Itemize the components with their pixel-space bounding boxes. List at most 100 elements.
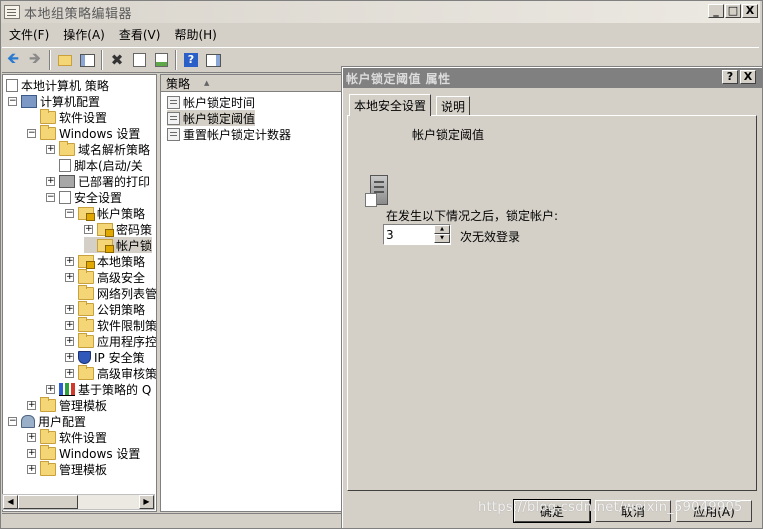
expand-toggle[interactable]: +	[65, 368, 74, 378]
list-item[interactable]: 重置帐户锁定计数器	[167, 126, 291, 142]
tree-item-ip-security[interactable]: + IP 安全策	[65, 349, 145, 365]
back-icon[interactable]: 🡸	[2, 49, 24, 71]
dialog-close-button[interactable]: X	[740, 70, 756, 84]
printer-icon	[59, 174, 75, 188]
expand-toggle[interactable]: +	[27, 432, 36, 442]
forward-icon[interactable]: 🡺	[24, 49, 46, 71]
expand-toggle[interactable]: +	[27, 464, 36, 474]
tree-item-scripts[interactable]: 脚本(启动/关	[46, 157, 143, 173]
collapse-toggle[interactable]: −	[65, 208, 74, 218]
locked-folder-icon	[97, 238, 114, 253]
column-header-policy[interactable]: 策略 ▲	[161, 75, 349, 92]
expand-toggle[interactable]: +	[46, 144, 55, 154]
dialog-help-button[interactable]: ?	[722, 70, 738, 84]
expand-toggle[interactable]: +	[65, 352, 74, 362]
tree-horizontal-scrollbar[interactable]: ◀ ▶	[2, 494, 155, 510]
list-item[interactable]: 帐户锁定时间	[167, 94, 255, 110]
tree-item-local-policies[interactable]: + 本地策略	[65, 253, 145, 269]
tree-item-user-admin-templates[interactable]: + 管理模板	[27, 460, 107, 477]
tree-item-deployed-printers[interactable]: + 已部署的打印	[46, 173, 150, 189]
tree-item-security-settings[interactable]: − 安全设置	[46, 189, 122, 205]
expand-toggle[interactable]: +	[27, 400, 36, 410]
sort-ascending-icon: ▲	[204, 79, 210, 87]
tree-item-label: 已部署的打印	[78, 174, 151, 189]
help-icon[interactable]: ?	[180, 49, 202, 71]
policy-setting-icon	[167, 127, 180, 141]
scroll-thumb[interactable]	[18, 495, 78, 509]
tree-item-label: Windows 设置	[59, 446, 141, 461]
tree-item-label: 本地策略	[97, 254, 146, 269]
tree-item-advanced-security[interactable]: + 高级安全	[65, 268, 145, 285]
properties-icon[interactable]	[128, 49, 150, 71]
menu-view[interactable]: 查看(V)	[112, 26, 168, 43]
locked-folder-icon	[97, 222, 114, 237]
user-icon	[21, 414, 35, 428]
menu-help[interactable]: 帮助(H)	[167, 26, 223, 43]
tree-item-network-list[interactable]: 网络列表管	[65, 284, 156, 301]
tree-item-user-config[interactable]: − 用户配置	[8, 413, 86, 429]
increment-icon[interactable]: ▲	[434, 225, 450, 234]
tree-item-label: Windows 设置	[59, 126, 141, 141]
maximize-button[interactable]: □	[725, 4, 741, 18]
window-title: 本地组策略编辑器	[24, 6, 133, 22]
tree-item-label: 脚本(启动/关	[74, 158, 143, 173]
tree-item-windows-settings[interactable]: − Windows 设置	[27, 124, 141, 141]
tree-item-password-policy[interactable]: + 密码策	[84, 221, 152, 237]
expand-toggle[interactable]: +	[65, 320, 74, 330]
dialog-title: 帐户锁定阈值 属性	[346, 71, 451, 86]
close-button[interactable]: X	[742, 4, 758, 18]
tree-item-software-restriction[interactable]: + 软件限制策	[65, 316, 156, 333]
dialog-controls: ? X	[722, 70, 756, 84]
tree-item-admin-templates[interactable]: + 管理模板	[27, 396, 107, 413]
list-item[interactable]: 帐户锁定阈值	[167, 110, 256, 126]
list-item-label: 重置帐户锁定计数器	[183, 127, 292, 142]
tree-panel: 本地计算机 策略 − 计算机配置 软件设置 − Windows 设置 + 域名解…	[2, 74, 157, 512]
expand-toggle[interactable]: +	[65, 336, 74, 346]
tree-item-user-windows-settings[interactable]: + Windows 设置	[27, 444, 141, 461]
lockout-threshold-stepper[interactable]: ▲ ▼	[383, 224, 451, 245]
lockout-threshold-input[interactable]	[384, 225, 434, 244]
collapse-toggle[interactable]: −	[8, 96, 17, 106]
tree-item-account-policies[interactable]: − 帐户策略	[65, 205, 145, 221]
collapse-toggle[interactable]: −	[27, 128, 36, 138]
expand-toggle[interactable]: +	[27, 448, 36, 458]
expand-toggle[interactable]: +	[65, 256, 74, 266]
minimize-button[interactable]: _	[708, 4, 724, 18]
expand-toggle[interactable]: +	[46, 176, 55, 186]
collapse-toggle[interactable]: −	[8, 416, 17, 426]
tree-item-policy-qos[interactable]: + 基于策略的 Q	[46, 381, 151, 397]
expand-toggle[interactable]: +	[65, 272, 74, 282]
tree-item-label: 软件设置	[59, 110, 108, 125]
tree-item-app-control[interactable]: + 应用程序控	[65, 332, 156, 349]
scroll-right-icon[interactable]: ▶	[139, 495, 154, 509]
tree-item-label: 公钥策略	[97, 302, 146, 317]
tree-item-label: 高级审核策	[97, 366, 157, 381]
expand-toggle[interactable]: +	[84, 224, 93, 234]
dialog-title-bar[interactable]: 帐户锁定阈值 属性	[343, 68, 762, 88]
column-header-label: 策略	[166, 76, 191, 91]
tree-item-advanced-audit[interactable]: + 高级审核策	[65, 364, 157, 381]
expand-toggle[interactable]: +	[46, 384, 55, 394]
decrement-icon[interactable]: ▼	[434, 234, 450, 243]
up-folder-icon[interactable]	[54, 49, 76, 71]
tree-item-software-settings[interactable]: 软件设置	[27, 108, 108, 125]
menu-action[interactable]: 操作(A)	[56, 26, 112, 43]
tab-explain[interactable]: 说明	[436, 96, 471, 116]
export-list-icon[interactable]	[150, 49, 172, 71]
show-hide-tree-icon[interactable]	[76, 49, 98, 71]
action-pane-icon[interactable]	[202, 49, 224, 71]
tree-item-computer-config[interactable]: − 计算机配置	[8, 93, 100, 109]
collapse-toggle[interactable]: −	[46, 192, 55, 202]
tree-item-label: 本地计算机 策略	[21, 78, 109, 93]
tab-local-security-setting[interactable]: 本地安全设置	[349, 94, 432, 116]
menu-file[interactable]: 文件(F)	[2, 26, 56, 43]
tree-item-local-policy[interactable]: 本地计算机 策略	[6, 77, 109, 93]
tree-item-account-lockout[interactable]: 帐户锁	[84, 237, 153, 253]
delete-icon[interactable]: ✖	[106, 49, 128, 71]
folder-icon	[78, 316, 94, 332]
expand-toggle[interactable]: +	[65, 304, 74, 314]
scroll-left-icon[interactable]: ◀	[3, 495, 18, 509]
tree-item-user-software-settings[interactable]: + 软件设置	[27, 428, 107, 445]
tree-item-name-resolution[interactable]: + 域名解析策略	[46, 140, 150, 157]
tree-item-public-key[interactable]: + 公钥策略	[65, 300, 146, 317]
